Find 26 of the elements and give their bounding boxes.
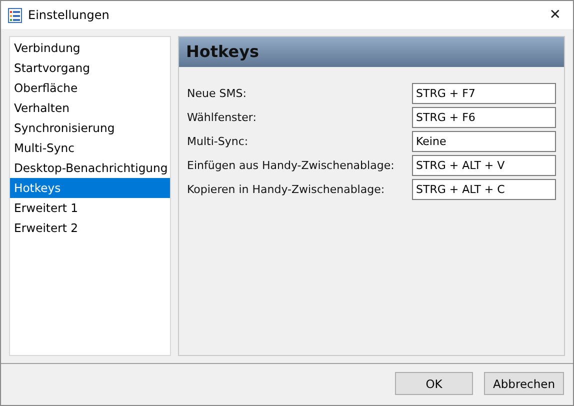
hotkey-field[interactable]: STRG + F7 [412,83,556,104]
sidebar-item[interactable]: Oberfläche [10,78,170,98]
hotkey-field[interactable]: STRG + ALT + C [412,179,556,200]
sidebar-item[interactable]: Startvorgang [10,58,170,78]
sidebar-item[interactable]: Verhalten [10,98,170,118]
sidebar-item[interactable]: Synchronisierung [10,118,170,138]
field-label: Einfügen aus Handy-Zwischenablage: [187,159,394,172]
close-button[interactable]: ✕ [545,7,565,23]
sidebar-item[interactable]: Hotkeys [10,178,170,198]
hotkey-field[interactable]: STRG + F6 [412,107,556,128]
cancel-button[interactable]: Abbrechen [484,372,564,395]
sidebar-item[interactable]: Multi-Sync [10,138,170,158]
hotkey-field[interactable]: STRG + ALT + V [412,155,556,176]
field-label: Multi-Sync: [187,135,248,148]
sidebar-item[interactable]: Desktop-Benachrichtigung [10,158,170,178]
list-icon [8,8,22,22]
field-label: Wählfenster: [187,111,256,124]
sidebar-item[interactable]: Verbindung [10,38,170,58]
panel-header: Hotkeys [179,37,564,67]
window-title: Einstellungen [28,8,110,22]
field-label: Kopieren in Handy-Zwischenablage: [187,183,385,196]
sidebar-item[interactable]: Erweitert 2 [10,218,170,238]
ok-button[interactable]: OK [395,372,473,395]
sidebar-item[interactable]: Erweitert 1 [10,198,170,218]
hotkey-field[interactable]: Keine [412,131,556,152]
field-label: Neue SMS: [187,87,246,100]
